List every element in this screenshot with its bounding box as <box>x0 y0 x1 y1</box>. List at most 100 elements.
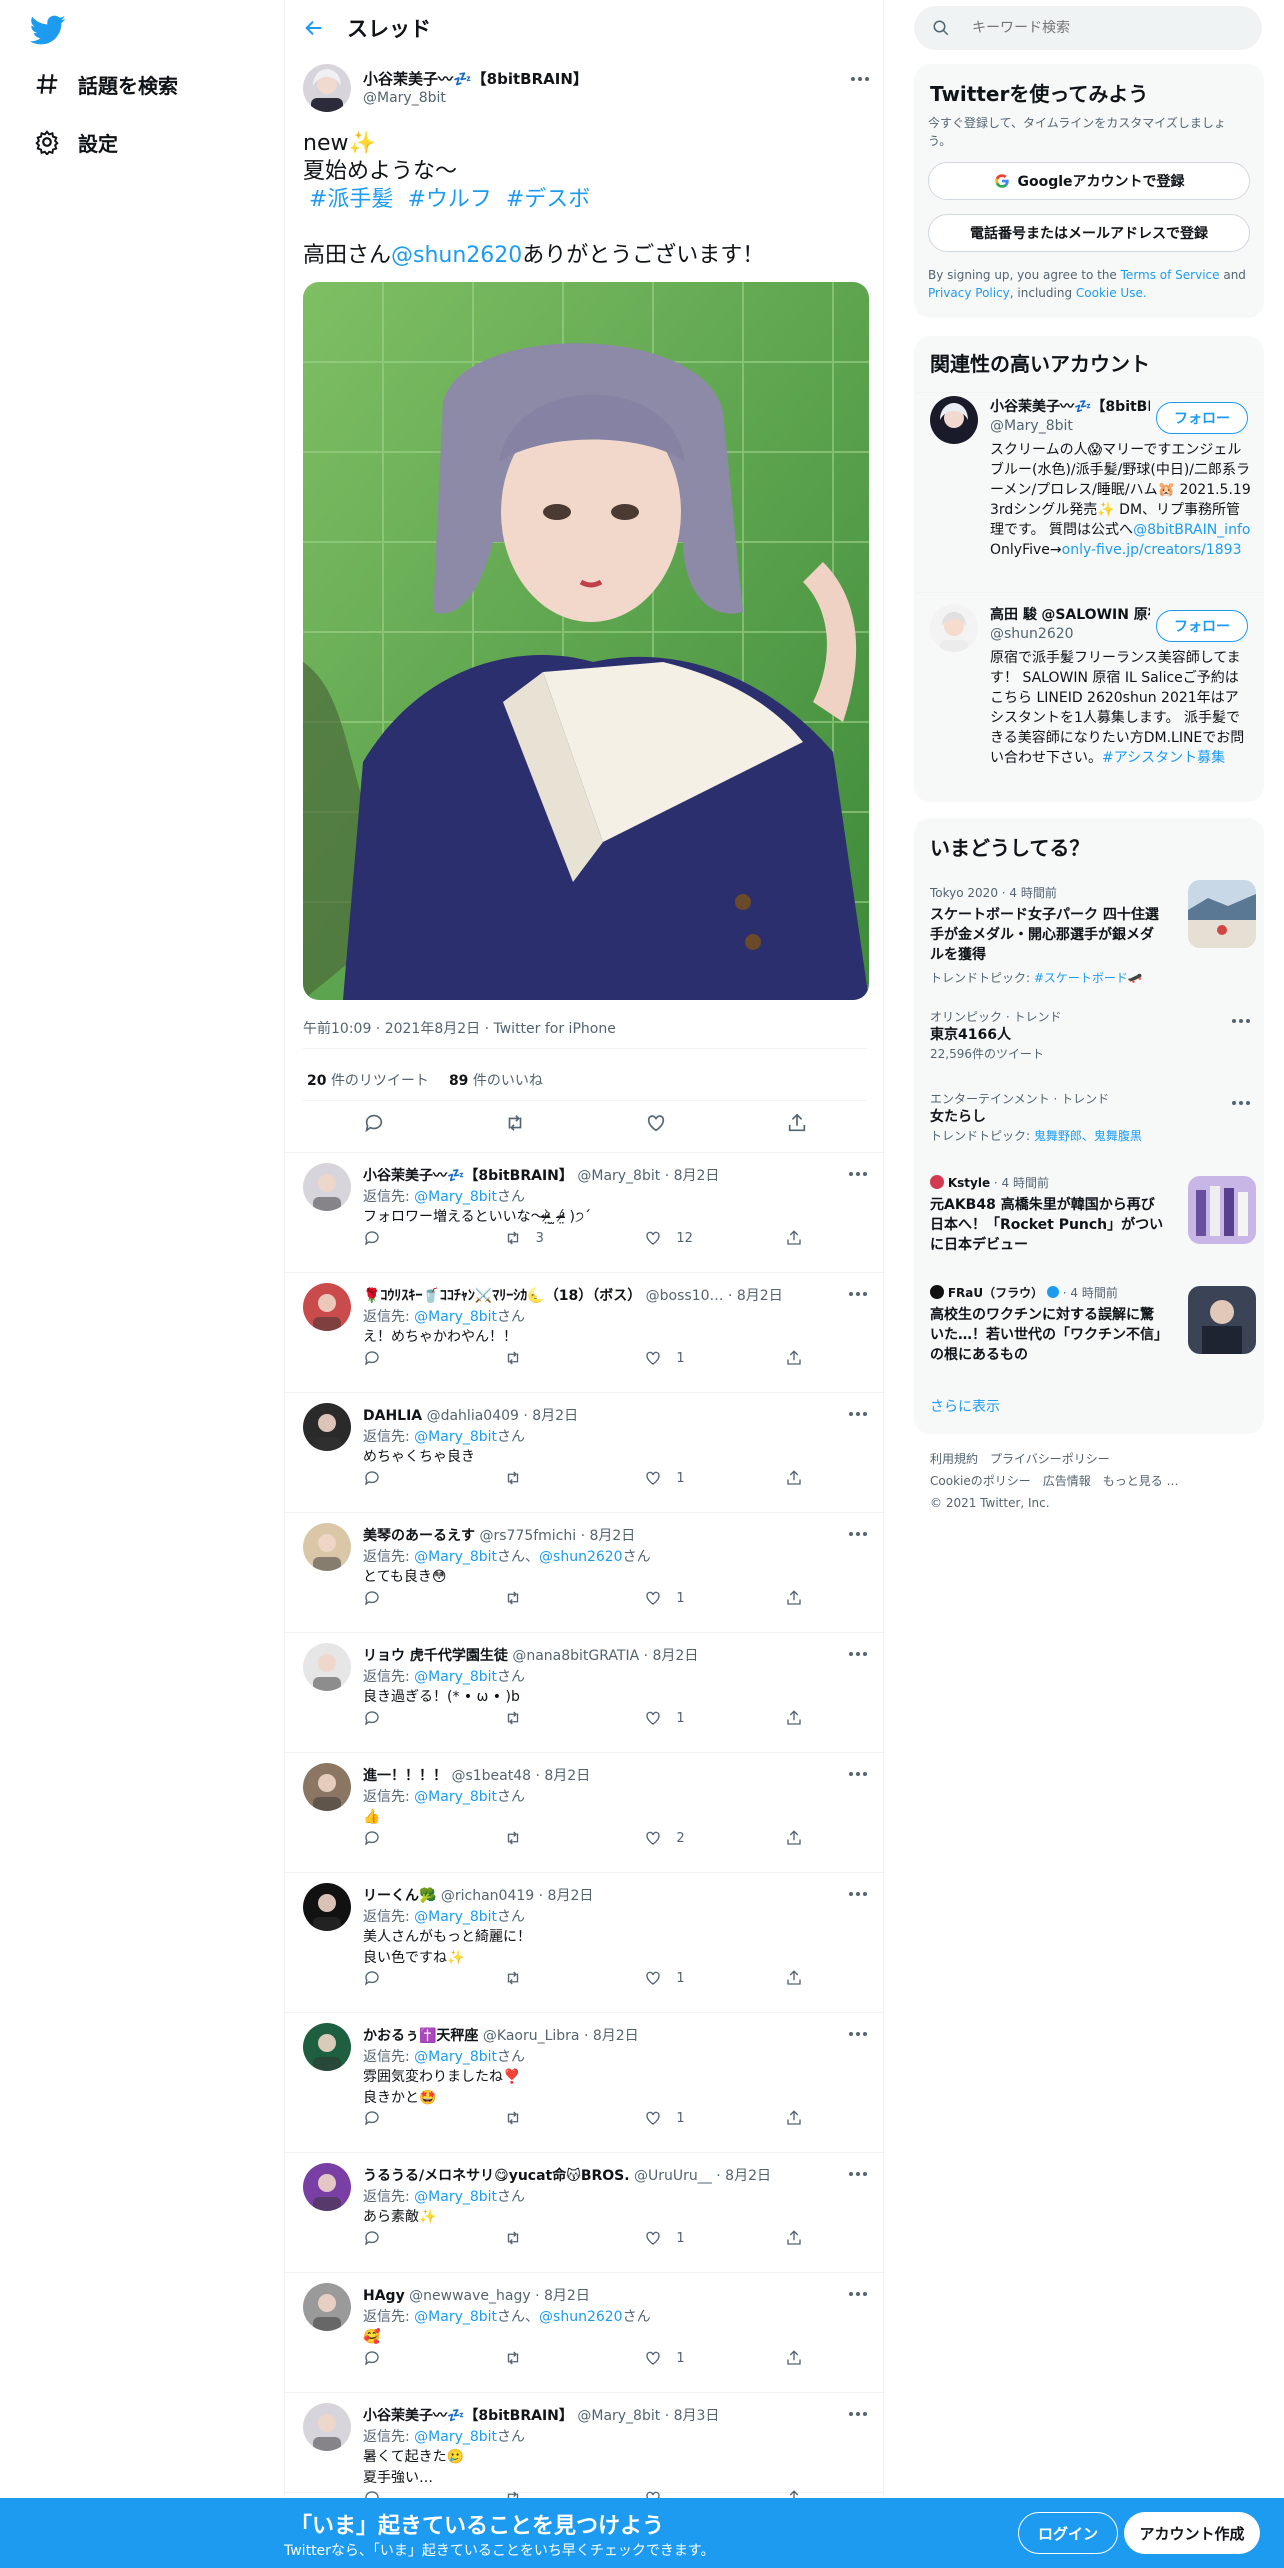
share-button[interactable] <box>785 1829 803 1847</box>
reply-button[interactable] <box>363 1349 453 1367</box>
mention-link[interactable]: @shun2620 <box>391 243 522 268</box>
reply-button[interactable] <box>363 1829 453 1847</box>
share-button[interactable] <box>785 1469 803 1487</box>
like-button[interactable]: 2 <box>644 1829 734 1847</box>
cookie-link[interactable]: Cookie Use. <box>1076 286 1147 300</box>
mention-link[interactable]: @Mary_8bit <box>414 1429 497 1445</box>
trend-topic-link[interactable]: 鬼舞野郎、鬼舞腹黒 <box>1034 1129 1142 1143</box>
reply-author-handle[interactable]: @UruUru__ <box>634 2168 712 2184</box>
more-options-icon[interactable] <box>847 1169 869 1179</box>
reply-button[interactable] <box>363 1589 453 1607</box>
reply-button[interactable] <box>363 1229 453 1247</box>
mention-link[interactable]: @Mary_8bit <box>414 2189 497 2205</box>
mention-link[interactable]: @Mary_8bit <box>414 1909 497 1925</box>
search-box[interactable] <box>914 6 1262 50</box>
phone-signup-button[interactable]: 電話番号またはメールアドレスで登録 <box>928 214 1250 252</box>
retweet-button[interactable] <box>504 2229 594 2247</box>
nav-settings[interactable]: 設定 <box>34 122 118 162</box>
retweet-button[interactable] <box>504 1709 594 1727</box>
reply-author-handle[interactable]: @boss10… <box>646 1288 724 1304</box>
share-button[interactable] <box>785 2349 803 2367</box>
share-button[interactable] <box>785 1349 803 1367</box>
reply-author-handle[interactable]: @Kaoru_Libra <box>483 2028 580 2044</box>
retweet-button[interactable] <box>504 1829 594 1847</box>
reply-button[interactable] <box>363 2229 453 2247</box>
reply-author-name[interactable]: うるうる/メロネサリ😋yucat命😽BROS. <box>363 2168 630 2184</box>
trend-topic-link[interactable]: #スケートボード🛹 <box>1034 971 1143 985</box>
reply-avatar[interactable] <box>303 1883 351 1931</box>
reply-button[interactable] <box>363 1469 453 1487</box>
reply-date[interactable]: · 8月2日 <box>665 1168 720 1184</box>
reply-date[interactable]: · 8月2日 <box>716 2168 771 2184</box>
more-options-icon[interactable] <box>847 2289 869 2299</box>
like-icon[interactable] <box>645 1112 667 1134</box>
reply-author-handle[interactable]: @dahlia0409 <box>427 1408 519 1424</box>
author-avatar[interactable] <box>303 64 351 112</box>
retweet-button[interactable] <box>504 2109 594 2127</box>
reply-avatar[interactable] <box>303 1523 351 1571</box>
more-options-icon[interactable] <box>847 2169 869 2179</box>
retweet-button[interactable] <box>504 1969 594 1987</box>
mention-link[interactable]: @Mary_8bit <box>414 1669 497 1685</box>
mention-link[interactable]: @Mary_8bit <box>414 1549 497 1565</box>
reply-author-name[interactable]: かおるぅ✝️天秤座 <box>363 2028 478 2044</box>
mention-link[interactable]: @Mary_8bit <box>414 1189 497 1205</box>
reply-avatar[interactable] <box>303 1283 351 1331</box>
reply-author-name[interactable]: 小谷茉美子〰︎💤【8bitBRAIN】 <box>363 2408 573 2424</box>
hashtag-link[interactable]: #デスボ <box>506 187 590 212</box>
reply-date[interactable]: · 8月2日 <box>523 1408 578 1424</box>
tweet-photo[interactable] <box>303 282 869 1000</box>
reply-date[interactable]: · 8月2日 <box>644 1648 699 1664</box>
reply-author-name[interactable]: 🌹ｺｳﾘｽｷｰ🥤ｺｺﾁｬﾝ⚔️ﾏﾘｰｼｶ🌜（18）（ボス） <box>363 1288 641 1304</box>
account-avatar[interactable] <box>930 396 978 444</box>
reply-tweet[interactable]: リョウ 虎千代学園生徒 @nana8bitGRATIA · 8月2日 返信先: @… <box>285 1633 885 1753</box>
tweet-timestamp[interactable]: 午前10:09 · 2021年8月2日 · Twitter for iPhone <box>303 1018 616 1038</box>
reply-avatar[interactable] <box>303 2163 351 2211</box>
reply-button[interactable] <box>363 2349 453 2367</box>
reply-tweet[interactable]: 美琴のあーるえす @rs775fmichi · 8月2日 返信先: @Mary_8… <box>285 1513 885 1633</box>
account-name[interactable]: 小谷茉美子〰︎💤【8bitBRAIN】 <box>990 396 1150 416</box>
retweet-button[interactable]: 3 <box>504 1229 594 1247</box>
reply-date[interactable]: · 8月2日 <box>539 1888 594 1904</box>
reply-author-name[interactable]: 美琴のあーるえす <box>363 1528 475 1544</box>
reply-tweet[interactable]: 小谷茉美子〰︎💤【8bitBRAIN】 @Mary_8bit · 8月2日 返信先… <box>285 1153 885 1273</box>
mention-link[interactable]: @Mary_8bit <box>414 2429 497 2445</box>
reply-tweet[interactable]: 進一！！！！ @s1beat48 · 8月2日 返信先: @Mary_8bitさん… <box>285 1753 885 1873</box>
share-button[interactable] <box>785 1969 803 1987</box>
footer-row-1[interactable]: 利用規約 プライバシーポリシー <box>930 1450 1110 1468</box>
like-button[interactable]: 1 <box>644 2349 734 2367</box>
reply-tweet[interactable]: DAHLIA @dahlia0409 · 8月2日 返信先: @Mary_8bit… <box>285 1393 885 1513</box>
mention-link[interactable]: @Mary_8bit <box>414 1789 497 1805</box>
retweet-button[interactable] <box>504 1349 594 1367</box>
trend-item[interactable]: エンターテインメント · トレンド 女たらし トレンドトピック: 鬼舞野郎、鬼舞… <box>930 1090 1250 1144</box>
reply-date[interactable]: · 8月2日 <box>728 1288 783 1304</box>
trend-thumbnail[interactable] <box>1188 880 1256 948</box>
reply-author-name[interactable]: リョウ 虎千代学園生徒 <box>363 1648 508 1664</box>
google-signup-button[interactable]: Googleアカウントで登録 <box>928 162 1250 200</box>
account-handle[interactable]: @Mary_8bit <box>990 418 1073 434</box>
like-button[interactable]: 1 <box>644 1589 734 1607</box>
like-button[interactable]: 1 <box>644 1469 734 1487</box>
author-name[interactable]: 小谷茉美子〰︎💤【8bitBRAIN】 <box>363 68 588 89</box>
more-options-icon[interactable] <box>847 1529 869 1539</box>
more-options-icon[interactable] <box>847 1769 869 1779</box>
retweet-icon[interactable] <box>504 1112 526 1134</box>
reply-author-handle[interactable]: @s1beat48 <box>451 1768 531 1784</box>
reply-icon[interactable] <box>363 1112 385 1134</box>
reply-avatar[interactable] <box>303 2283 351 2331</box>
reply-avatar[interactable] <box>303 1643 351 1691</box>
back-arrow-icon[interactable] <box>303 17 325 39</box>
reply-avatar[interactable] <box>303 2023 351 2071</box>
trend-thumbnail[interactable] <box>1188 1286 1256 1354</box>
reply-tweet[interactable]: 🌹ｺｳﾘｽｷｰ🥤ｺｺﾁｬﾝ⚔️ﾏﾘｰｼｶ🌜（18）（ボス） @boss10… ·… <box>285 1273 885 1393</box>
nav-explore[interactable]: 話題を検索 <box>34 64 178 104</box>
signup-button[interactable]: アカウント作成 <box>1124 2512 1260 2554</box>
hashtag-link[interactable]: #派手髪 <box>309 187 393 212</box>
reply-date[interactable]: · 8月3日 <box>665 2408 720 2424</box>
reply-date[interactable]: · 8月2日 <box>584 2028 639 2044</box>
mention-link[interactable]: @shun2620 <box>539 2309 623 2325</box>
reply-author-handle[interactable]: @richan0419 <box>441 1888 534 1904</box>
share-button[interactable] <box>785 1709 803 1727</box>
more-options-icon[interactable] <box>1230 1016 1252 1026</box>
retweet-button[interactable] <box>504 1469 594 1487</box>
